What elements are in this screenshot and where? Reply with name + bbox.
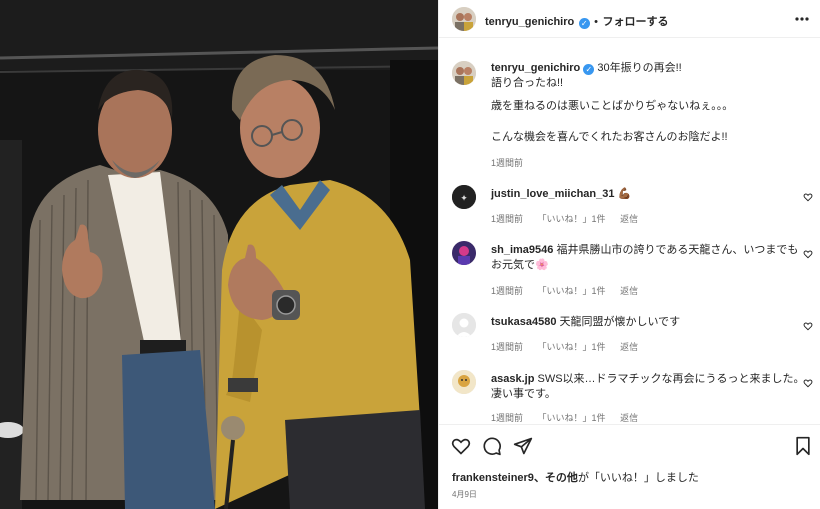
comments-list[interactable]: tenryu_genichiro ✓ 30年振りの再会!! 語り合ったね!! 歳… [439,38,820,424]
more-horizontal-icon[interactable] [795,13,809,25]
comment-username[interactable]: tsukasa4580 [491,316,556,328]
comment-time[interactable]: 1週間前 [491,413,523,423]
comment-username[interactable]: sh_ima9546 [491,244,553,256]
caption-username[interactable]: tenryu_genichiro [491,62,580,74]
comment-text: 天龍同盟が懐かしいです [559,316,681,328]
caption-line-2: 語り合ったね!! [491,77,564,89]
comment-2: sh_ima9546 福井県勝山市の誇りである天龍さん、いつまでも [491,243,798,258]
comment-likes[interactable]: 「いいね！」1件 [538,286,606,296]
verified-badge-icon: ✓ [578,18,590,29]
comment-time[interactable]: 1週間前 [491,214,523,224]
comment-text: 福井県勝山市の誇りである天龍さん、いつまでも [556,244,799,256]
likes-others[interactable]: 、その他 [534,472,578,484]
comment-time[interactable]: 1週間前 [491,342,523,352]
heart-icon[interactable] [803,378,813,388]
caption-line-1: 30年振りの再会!! [597,62,682,74]
reply-button[interactable]: 返信 [620,413,638,423]
comment-meta: 1週間前 「いいね！」1件 返信 [491,284,650,297]
heart-icon[interactable] [803,321,813,331]
heart-icon[interactable] [451,436,471,456]
likes-user[interactable]: frankensteiner9 [452,472,534,484]
comment-meta: 1週間前 「いいね！」1件 返信 [491,212,650,225]
post-sidebar: tenryu_genichiro ✓ • フォローする tenryu_genic… [438,0,820,509]
comment-text-continued: お元気で🌸 [491,259,549,271]
comment-username[interactable]: asask.jp [491,373,534,385]
photo-two-men-thumbs-up [0,0,438,509]
comment-text-continued: 凄い事です。 [491,388,556,400]
comment-avatar[interactable] [452,313,476,337]
avatar-photo-icon [452,7,476,31]
svg-text:✦: ✦ [460,194,468,204]
post-date[interactable]: 4月9日 [452,489,477,500]
comment-username[interactable]: justin_love_miichan_31 [491,188,615,200]
comment-1: justin_love_miichan_31 💪🏾 [491,187,631,202]
avatar-photo-icon [452,370,476,394]
comment-icon[interactable] [482,436,502,456]
comment-text: 💪🏾 [617,188,632,200]
caption-time[interactable]: 1週間前 [491,158,523,168]
separator-dot: • [594,16,599,28]
comment-likes[interactable]: 「いいね！」1件 [538,413,606,423]
reply-button[interactable]: 返信 [620,214,638,224]
avatar-photo-icon [452,61,476,85]
comment-likes[interactable]: 「いいね！」1件 [538,342,606,352]
comment-avatar[interactable]: ✦ [452,185,476,209]
verified-badge-icon: ✓ [583,64,595,75]
comment-meta: 1週間前 「いいね！」1件 返信 [491,340,650,353]
paper-plane-icon[interactable] [513,436,533,456]
caption-line-3: 歳を重ねるのは悪いことばかりぢゃないねぇ。。。 [491,100,734,112]
caption-line-4: こんな機会を喜んでくれたお客さんのお陰だよ!! [491,131,728,143]
avatar-photo-icon [452,241,476,265]
heart-icon[interactable] [803,192,813,202]
comment-avatar[interactable] [452,370,476,394]
comment-4: asask.jp SWS以来…ドラマチックな再会にうるっと来ました。 [491,372,805,387]
likes-suffix: が「いいね！」しました [577,472,699,484]
comment-text: SWS以来…ドラマチックな再会にうるっと来ました。 [537,373,805,385]
likes-summary: frankensteiner9、その他が「いいね！」しました [452,469,699,485]
post-photo [0,0,438,509]
caption-meta: 1週間前 [491,156,535,169]
default-avatar-icon [452,313,476,337]
caption-avatar[interactable] [452,61,476,85]
follow-button[interactable]: フォローする [602,16,668,28]
comment-meta: 1週間前 「いいね！」1件 返信 [491,411,650,424]
comment-avatar[interactable] [452,241,476,265]
reply-button[interactable]: 返信 [620,286,638,296]
post-header: tenryu_genichiro ✓ • フォローする [439,0,820,38]
caption-first-line: tenryu_genichiro ✓ 30年振りの再会!! [491,61,682,76]
avatar[interactable] [452,7,476,31]
comment-3: tsukasa4580 天龍同盟が懐かしいです [491,315,680,330]
header-username[interactable]: tenryu_genichiro [485,16,574,28]
post-actions: frankensteiner9、その他が「いいね！」しました 4月9日 [439,424,820,509]
reply-button[interactable]: 返信 [620,342,638,352]
bookmark-icon[interactable] [793,436,813,456]
avatar-photo-icon: ✦ [452,185,476,209]
comment-likes[interactable]: 「いいね！」1件 [538,214,606,224]
heart-icon[interactable] [803,249,813,259]
comment-time[interactable]: 1週間前 [491,286,523,296]
